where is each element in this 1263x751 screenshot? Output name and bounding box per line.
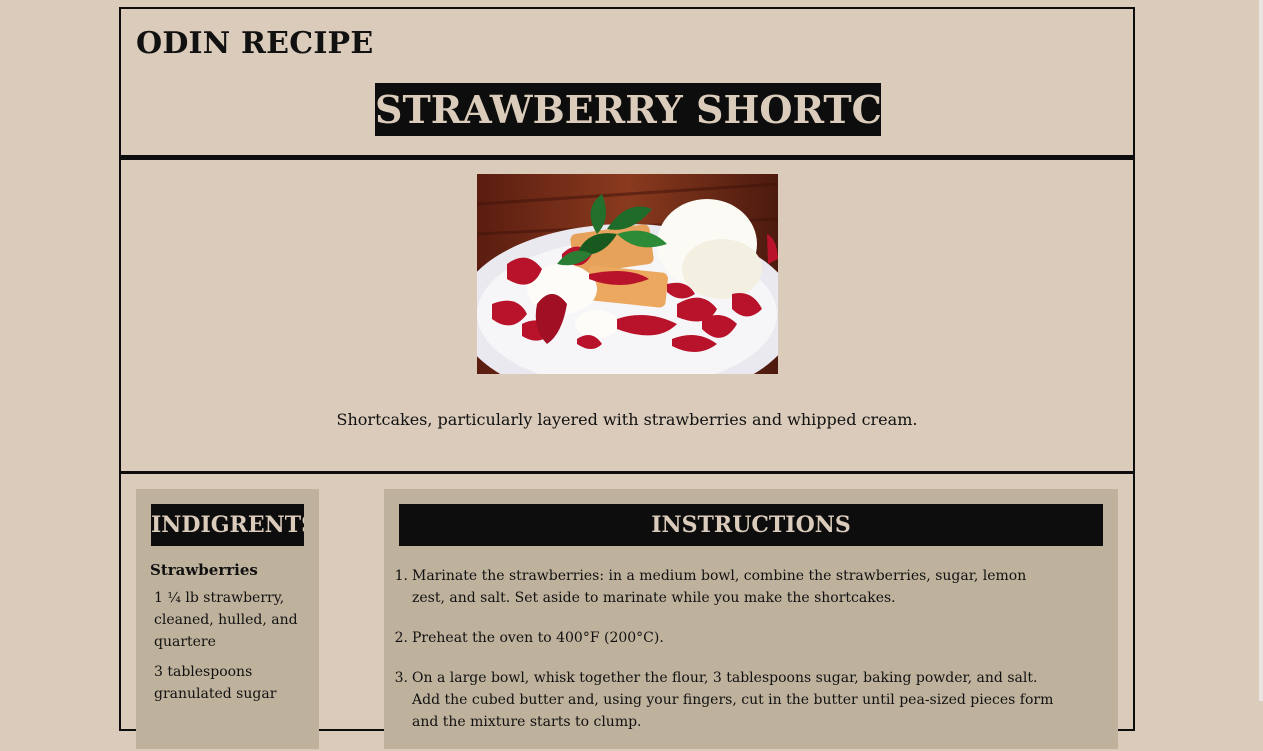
step-text: On a large bowl, whisk together the flou… — [412, 670, 1054, 730]
instruction-step: 2. Preheat the oven to 400°F (200°C). — [395, 627, 1062, 649]
step-text: Preheat the oven to 400°F (200°C). — [412, 630, 664, 646]
recipe-description: Shortcakes, particularly layered with st… — [336, 410, 918, 429]
scrollbar-edge[interactable] — [1259, 0, 1263, 701]
strawberry-shortcake-photo — [477, 174, 778, 374]
hero-section: Shortcakes, particularly layered with st… — [121, 160, 1133, 474]
step-number: 2. — [394, 630, 408, 646]
ingredients-heading: INDIGRENTS — [151, 504, 304, 546]
recipe-image — [477, 174, 778, 374]
step-number: 1. — [394, 568, 408, 584]
page-header: ODIN RECIPE STRAWBERRY SHORTCAKE — [121, 9, 1133, 160]
step-number: 3. — [394, 670, 408, 686]
ingredient-group-title: Strawberries — [150, 561, 258, 579]
ingredient-item: 3 tablespoons granulated sugar — [154, 664, 277, 702]
recipe-page: ODIN RECIPE STRAWBERRY SHORTCAKE — [119, 7, 1135, 749]
recipe-content: INDIGRENTS Strawberries 1 ¼ lb strawberr… — [121, 474, 1133, 749]
instruction-step: 3. On a large bowl, whisk together the f… — [395, 667, 1062, 733]
ingredients-panel: INDIGRENTS Strawberries 1 ¼ lb strawberr… — [136, 489, 319, 749]
site-title: ODIN RECIPE — [136, 26, 374, 61]
recipe-title: STRAWBERRY SHORTCAKE — [375, 83, 881, 136]
instructions-list: 1. Marinate the strawberries: in a mediu… — [395, 565, 1062, 751]
instructions-panel: INSTRUCTIONS 1. Marinate the strawberrie… — [384, 489, 1118, 749]
instructions-heading: INSTRUCTIONS — [399, 504, 1103, 546]
instruction-step: 1. Marinate the strawberries: in a mediu… — [395, 565, 1062, 609]
ingredient-item: 1 ¼ lb strawberry, cleaned, hulled, and … — [154, 590, 298, 650]
step-text: Marinate the strawberries: in a medium b… — [412, 568, 1027, 606]
ingredients-list: 1 ¼ lb strawberry, cleaned, hulled, and … — [154, 587, 304, 713]
